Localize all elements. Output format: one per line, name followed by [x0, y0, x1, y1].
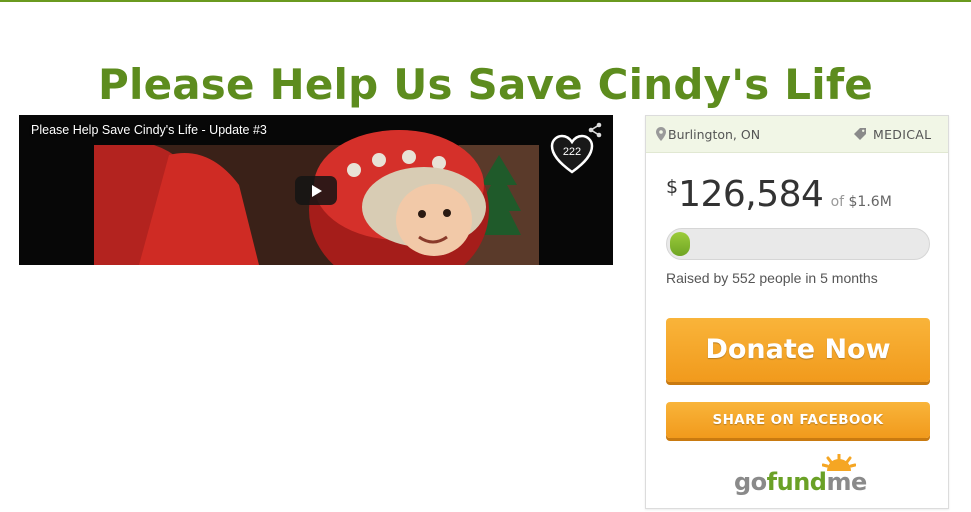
campaign-location[interactable]: Burlington, ON [668, 127, 760, 142]
top-accent-rule [0, 0, 971, 2]
raised-amount: 126,584 [678, 174, 824, 215]
raised-by-summary: Raised by 552 people in 5 months [666, 270, 878, 286]
gofundme-logo[interactable]: gofundme [734, 454, 867, 498]
campaign-category[interactable]: MEDICAL [873, 127, 931, 142]
progress-fill [670, 232, 690, 256]
of-label: of [830, 194, 845, 210]
location-pin-icon [656, 127, 666, 141]
video-caption: Please Help Save Cindy's Life - Update #… [31, 123, 267, 137]
video-player[interactable]: Please Help Save Cindy's Life - Update #… [19, 115, 613, 265]
gofundme-wordmark: gofundme [734, 468, 867, 496]
campaign-card: Burlington, ON MEDICAL $126,584 of $1.6M… [645, 115, 949, 509]
progress-bar [666, 228, 930, 260]
page-title: Please Help Us Save Cindy's Life [98, 60, 873, 110]
share-on-facebook-button[interactable]: SHARE ON FACEBOOK [666, 402, 930, 438]
tag-icon [854, 128, 866, 140]
play-button[interactable] [295, 176, 337, 205]
goal-amount: $1.6M [848, 194, 892, 210]
donate-now-button[interactable]: Donate Now [666, 318, 930, 382]
like-count: 222 [562, 146, 582, 158]
currency-symbol: $ [666, 176, 679, 198]
campaign-meta-bar: Burlington, ON MEDICAL [646, 116, 948, 153]
amount-raised: $126,584 of $1.6M [666, 174, 892, 215]
